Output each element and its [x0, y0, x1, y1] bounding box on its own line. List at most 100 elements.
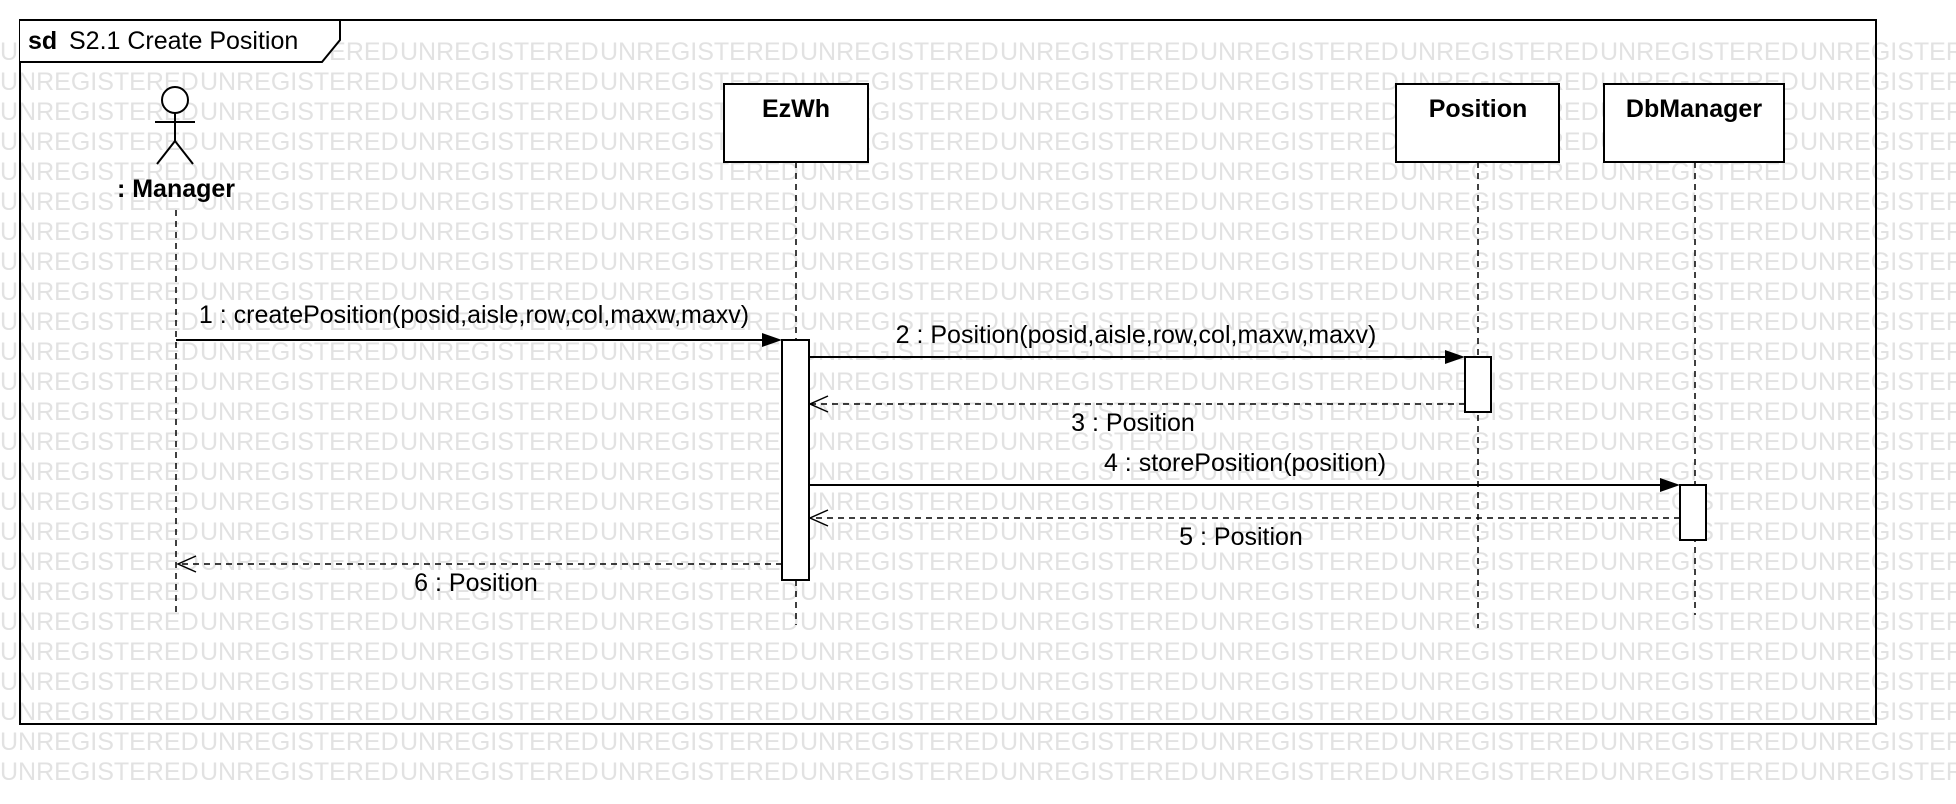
- watermark-text: UNREGISTERED: [800, 38, 999, 66]
- watermark-text: UNREGISTERED: [1200, 158, 1399, 186]
- message-6-label: 6 : Position: [414, 569, 538, 597]
- watermark-text: UNREGISTERED: [600, 218, 799, 246]
- watermark-text: UNREGISTERED: [600, 608, 799, 636]
- watermark-text: UNREGISTERED: [1200, 638, 1399, 666]
- watermark-text: UNREGISTERED: [1800, 38, 1956, 66]
- watermark-text: UNREGISTERED: [1200, 248, 1399, 276]
- watermark-text: UNREGISTERED: [200, 218, 399, 246]
- watermark-text: UNREGISTERED: [600, 578, 799, 606]
- watermark-text: UNREGISTERED: [800, 758, 999, 786]
- sequence-diagram-canvas: UNREGISTERED UNREGISTERED UNREGISTERED UNRE…: [0, 19, 1956, 786]
- watermark-text: UNREGISTERED: [200, 128, 399, 156]
- watermark-text: UNREGISTERED: [800, 278, 999, 306]
- watermark-text: UNREGISTERED: [1400, 518, 1599, 546]
- message-2[interactable]: 2 : Position(posid,aisle,row,col,maxw,ma…: [809, 321, 1465, 364]
- watermark-text: UNREGISTERED: [1600, 278, 1799, 306]
- watermark-text: UNREGISTERED: [1400, 368, 1599, 396]
- watermark-text: UNREGISTERED: [0, 578, 199, 606]
- watermark-text: UNREGISTERED: [600, 188, 799, 216]
- watermark-text: UNREGISTERED: [800, 458, 999, 486]
- watermark-text: UNREGISTERED: [1800, 398, 1956, 426]
- message-1-label: 1 : createPosition(posid,aisle,row,col,m…: [199, 301, 749, 329]
- watermark-text: UNREGISTERED: [1200, 398, 1399, 426]
- watermark-text: UNREGISTERED: [200, 548, 399, 576]
- watermark-text: UNREGISTERED: [1400, 308, 1599, 336]
- watermark-text: UNREGISTERED: [400, 608, 599, 636]
- watermark-text: UNREGISTERED: [1200, 218, 1399, 246]
- watermark-text: UNREGISTERED: [400, 158, 599, 186]
- watermark-text: UNREGISTERED: [0, 308, 199, 336]
- watermark-text: UNREGISTERED: [1800, 638, 1956, 666]
- watermark-text: UNREGISTERED: [1400, 218, 1599, 246]
- watermark-text: UNREGISTERED: [600, 248, 799, 276]
- watermark-text: UNREGISTERED: [200, 698, 399, 726]
- watermark-text: UNREGISTERED: [200, 638, 399, 666]
- actor-name: : Manager: [117, 175, 235, 203]
- watermark-text: UNREGISTERED: [1400, 458, 1599, 486]
- watermark-text: UNREGISTERED: [1800, 308, 1956, 336]
- watermark-text: UNREGISTERED: [1600, 338, 1799, 366]
- watermark-text: UNREGISTERED: [1400, 38, 1599, 66]
- watermark-text: UNREGISTERED: [1000, 68, 1199, 96]
- watermark-text: UNREGISTERED: [1000, 758, 1199, 786]
- watermark-text: UNREGISTERED: [400, 758, 599, 786]
- watermark-text: UNREGISTERED: [0, 278, 199, 306]
- watermark-text: UNREGISTERED: [1200, 368, 1399, 396]
- watermark-text: UNREGISTERED: [1400, 428, 1599, 456]
- watermark-text: UNREGISTERED: [1400, 548, 1599, 576]
- watermark-text: UNREGISTERED: [600, 428, 799, 456]
- watermark-text: UNREGISTERED: [1800, 668, 1956, 696]
- watermark-text: UNREGISTERED: [1400, 338, 1599, 366]
- watermark-text: UNREGISTERED: [200, 398, 399, 426]
- watermark-text: UNREGISTERED: [1000, 278, 1199, 306]
- watermark-text: UNREGISTERED: [1000, 668, 1199, 696]
- watermark-text: UNREGISTERED: [1800, 728, 1956, 756]
- watermark-text: UNREGISTERED: [1600, 188, 1799, 216]
- watermark-text: UNREGISTERED: [600, 488, 799, 516]
- watermark-text: UNREGISTERED: [400, 98, 599, 126]
- watermark-text: UNREGISTERED: [800, 638, 999, 666]
- watermark-text: UNREGISTERED: [1000, 368, 1199, 396]
- watermark-text: UNREGISTERED: [0, 428, 199, 456]
- watermark-text: UNREGISTERED: [1400, 638, 1599, 666]
- watermark-text: UNREGISTERED: [1000, 218, 1199, 246]
- watermark-text: UNREGISTERED: [600, 548, 799, 576]
- watermark-text: UNREGISTERED: [1800, 278, 1956, 306]
- watermark-text: UNREGISTERED: [400, 668, 599, 696]
- message-1[interactable]: 1 : createPosition(posid,aisle,row,col,m…: [176, 301, 782, 347]
- watermark-text: UNREGISTERED: [800, 368, 999, 396]
- watermark-text: UNREGISTERED: [200, 248, 399, 276]
- watermark-text: UNREGISTERED: [1200, 38, 1399, 66]
- watermark-text: UNREGISTERED: [1600, 218, 1799, 246]
- lifeline-dbmanager-name: DbManager: [1626, 95, 1762, 123]
- watermark-text: UNREGISTERED: [1800, 98, 1956, 126]
- watermark-text: UNREGISTERED: [0, 368, 199, 396]
- watermark-text: UNREGISTERED: [800, 188, 999, 216]
- watermark-text: UNREGISTERED: [1800, 548, 1956, 576]
- watermark-text: UNREGISTERED: [1400, 728, 1599, 756]
- watermark-text: UNREGISTERED: [1200, 188, 1399, 216]
- watermark-text: UNREGISTERED: [400, 728, 599, 756]
- watermark-text: UNREGISTERED: [1800, 458, 1956, 486]
- watermark-text: UNREGISTERED: [200, 728, 399, 756]
- watermark-text: UNREGISTERED: [400, 638, 599, 666]
- watermark-text: UNREGISTERED: [800, 488, 999, 516]
- watermark-text: UNREGISTERED: [1000, 158, 1199, 186]
- watermark-text: UNREGISTERED: [600, 458, 799, 486]
- watermark-text: UNREGISTERED: [1800, 428, 1956, 456]
- watermark-text: UNREGISTERED: [600, 368, 799, 396]
- watermark-text: UNREGISTERED: [800, 518, 999, 546]
- watermark-text: UNREGISTERED: [0, 218, 199, 246]
- watermark-text: UNREGISTERED: [1800, 128, 1956, 156]
- watermark-text: UNREGISTERED: [800, 428, 999, 456]
- watermark-text: UNREGISTERED: [1800, 338, 1956, 366]
- watermark-text: UNREGISTERED: [1200, 668, 1399, 696]
- watermark-text: UNREGISTERED: [200, 428, 399, 456]
- watermark-text: UNREGISTERED: [200, 518, 399, 546]
- watermark-text: UNREGISTERED: [1800, 518, 1956, 546]
- watermark-text: UNREGISTERED: [0, 248, 199, 276]
- watermark-text: UNREGISTERED: [1800, 488, 1956, 516]
- watermark-text: UNREGISTERED: [800, 698, 999, 726]
- watermark-text: UNREGISTERED: [1400, 278, 1599, 306]
- watermark-text: UNREGISTERED: [600, 758, 799, 786]
